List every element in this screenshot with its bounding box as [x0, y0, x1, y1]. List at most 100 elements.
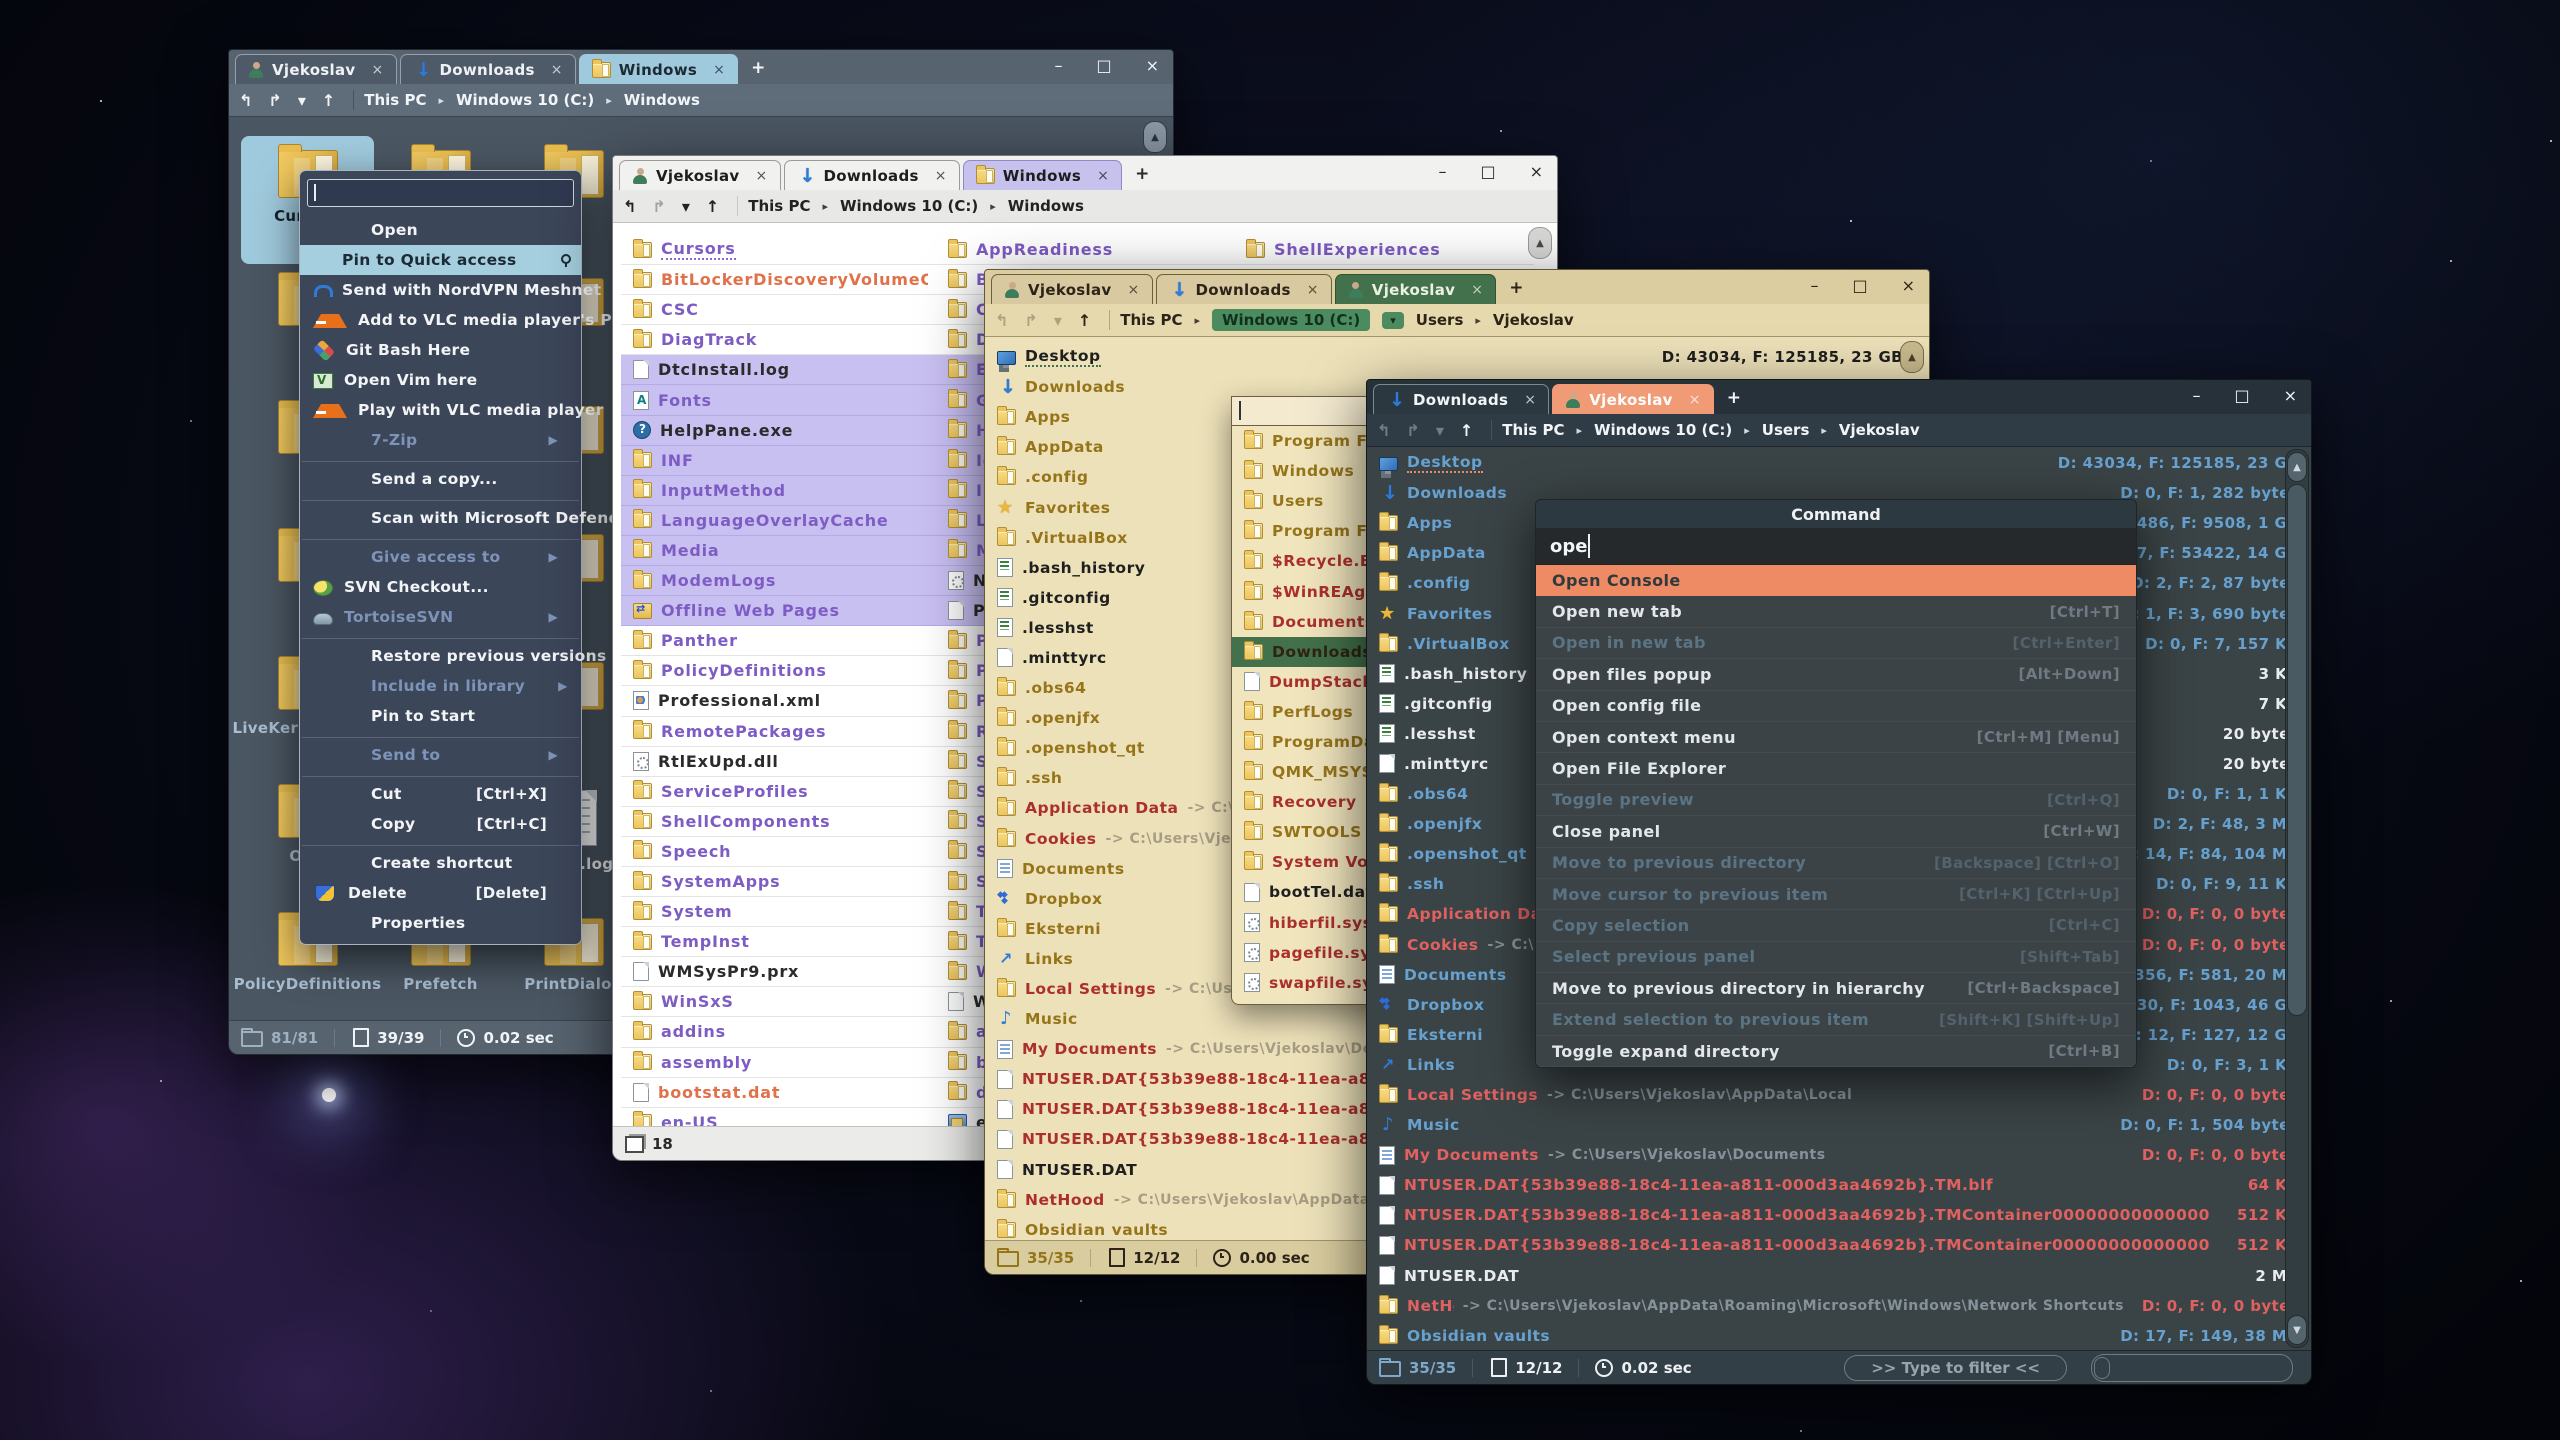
file-row[interactable]: PolicyDefinitions	[621, 656, 936, 686]
file-row[interactable]: System	[621, 897, 936, 927]
file-row[interactable]: AppReadiness	[936, 235, 1236, 265]
crumb-user[interactable]: Vjekoslav	[1839, 421, 1920, 439]
file-row[interactable]: ShellExperiences	[1234, 235, 1534, 265]
context-menu-item[interactable]: Copy [Ctrl+C]	[300, 809, 581, 839]
file-row[interactable]: HelpPane.exe	[621, 416, 936, 446]
file-row[interactable]: ModemLogs	[621, 566, 936, 596]
palette-command[interactable]: Open in new tab [Ctrl+Enter]	[1536, 628, 2136, 659]
new-tab-button[interactable]: +	[751, 58, 765, 78]
file-row[interactable]: Local Settings -> C:\Users\Vjekoslav\App…	[1367, 1080, 2307, 1110]
context-menu-item[interactable]	[302, 634, 579, 639]
close-button[interactable]: ×	[1146, 56, 1159, 75]
file-row[interactable]: Offline Web Pages	[621, 596, 936, 626]
context-menu-item[interactable]	[302, 733, 579, 738]
crumb-drive[interactable]: Windows 10 (C:)	[840, 197, 978, 215]
file-row[interactable]: DiagTrack	[621, 325, 936, 355]
context-menu-item[interactable]: Restore previous versions	[300, 641, 581, 671]
crumb-users[interactable]: Users	[1416, 311, 1464, 329]
palette-command[interactable]: Toggle preview [Ctrl+Q]	[1536, 785, 2136, 816]
back-button[interactable]: ↰	[623, 197, 636, 216]
file-row[interactable]: en-US	[621, 1108, 936, 1126]
file-row[interactable]: RtlExUpd.dll	[621, 747, 936, 777]
scroll-up-button[interactable]: ▲	[2287, 452, 2307, 482]
file-row[interactable]: Music D: 0, F: 1, 504 bytes	[1367, 1110, 2307, 1140]
tab-close-icon[interactable]: ×	[371, 62, 383, 78]
context-menu-filter-input[interactable]	[307, 179, 574, 207]
palette-command[interactable]: Move to previous directory [Backspace] […	[1536, 848, 2136, 879]
scroll-thumb[interactable]	[2287, 484, 2307, 1016]
scroll-down-button[interactable]: ▼	[2287, 1315, 2307, 1345]
file-row[interactable]: Speech	[621, 837, 936, 867]
tab-close-icon[interactable]: ×	[1471, 282, 1483, 298]
tab-close-icon[interactable]: ×	[755, 168, 767, 184]
scroll-up-button[interactable]: ▲	[1900, 341, 1924, 373]
crumb-this-pc[interactable]: This PC	[364, 91, 426, 109]
history-dropdown-button[interactable]: ▾	[1054, 311, 1062, 330]
palette-command[interactable]: Move cursor to previous item [Ctrl+K] [C…	[1536, 879, 2136, 910]
tab[interactable]: Vjekoslav ×	[235, 54, 397, 84]
crumb-users[interactable]: Users	[1762, 421, 1810, 439]
context-menu-item[interactable]: Send a copy...	[300, 464, 581, 494]
file-row[interactable]: ServiceProfiles	[621, 777, 936, 807]
file-row[interactable]: RemotePackages	[621, 717, 936, 747]
context-menu-item[interactable]: Play with VLC media player	[300, 395, 581, 425]
history-dropdown-button[interactable]: ▾	[682, 197, 690, 216]
palette-command[interactable]: Move to previous directory in hierarchy …	[1536, 973, 2136, 1004]
close-button[interactable]: ×	[2284, 386, 2297, 405]
file-row[interactable]: NTUSER.DAT{53b39e88-18c4-11ea-a811-000d3…	[1367, 1170, 2307, 1200]
forward-button[interactable]: ↱	[1406, 421, 1419, 440]
file-row[interactable]: BitLockerDiscoveryVolumeContents	[621, 265, 936, 295]
maximize-button[interactable]: □	[2234, 386, 2249, 405]
minimize-button[interactable]: –	[2192, 386, 2200, 405]
tab-close-icon[interactable]: ×	[1689, 392, 1701, 408]
context-menu-item[interactable]: Git Bash Here	[300, 335, 581, 365]
context-menu-item[interactable]: Pin to Quick access	[300, 245, 581, 275]
forward-button[interactable]: ↱	[268, 91, 281, 110]
context-menu-item[interactable]: Add to VLC media player's Playlist	[300, 305, 581, 335]
tab-close-icon[interactable]: ×	[1127, 282, 1139, 298]
up-button[interactable]: ↑	[1078, 311, 1091, 330]
crumb-user[interactable]: Vjekoslav	[1493, 311, 1574, 329]
palette-command[interactable]: Open context menu [Ctrl+M] [Menu]	[1536, 722, 2136, 753]
palette-command[interactable]: Select previous panel [Shift+Tab]	[1536, 942, 2136, 973]
minimize-button[interactable]: –	[1810, 276, 1818, 295]
file-row[interactable]: Media	[621, 536, 936, 566]
context-menu-item[interactable]: 7-Zip ▶	[300, 425, 581, 455]
tab[interactable]: Windows ×	[579, 54, 738, 84]
tab-close-icon[interactable]: ×	[1524, 392, 1536, 408]
file-row[interactable]: INF	[621, 446, 936, 476]
file-row[interactable]: LanguageOverlayCache	[621, 506, 936, 536]
context-menu-item[interactable]: Include in library ▶	[300, 671, 581, 701]
titlebar[interactable]: Downloads × Vjekoslav × + – □ ×	[1367, 380, 2311, 414]
context-menu-item[interactable]: Create shortcut	[300, 848, 581, 878]
tab[interactable]: Vjekoslav ×	[1335, 274, 1497, 304]
new-tab-button[interactable]: +	[1727, 388, 1741, 408]
crumb-drive[interactable]: Windows 10 (C:)	[1594, 421, 1732, 439]
file-row[interactable]: assembly	[621, 1048, 936, 1078]
tab-close-icon[interactable]: ×	[1097, 168, 1109, 184]
file-row[interactable]: Cursors	[621, 235, 936, 265]
back-button[interactable]: ↰	[995, 311, 1008, 330]
file-row[interactable]: Desktop D: 43034, F: 125185, 23 GB	[1367, 448, 2307, 478]
file-row[interactable]: SystemApps	[621, 867, 936, 897]
file-row[interactable]: Professional.xml	[621, 686, 936, 716]
up-button[interactable]: ↑	[322, 91, 335, 110]
titlebar[interactable]: Vjekoslav × Downloads × Windows × + – □ …	[229, 50, 1173, 84]
titlebar[interactable]: Vjekoslav × Downloads × Vjekoslav × + – …	[985, 270, 1929, 304]
minimize-button[interactable]: –	[1438, 162, 1446, 181]
file-row[interactable]: addins	[621, 1017, 936, 1047]
tab[interactable]: Vjekoslav ×	[991, 274, 1153, 304]
palette-command[interactable]: Extend selection to previous item [Shift…	[1536, 1004, 2136, 1035]
forward-button[interactable]: ↱	[1024, 311, 1037, 330]
file-row[interactable]: WinSxS	[621, 987, 936, 1017]
maximize-button[interactable]: □	[1852, 276, 1867, 295]
scroll-up-button[interactable]: ▲	[1143, 121, 1167, 153]
context-menu-item[interactable]: Scan with Microsoft Defender...	[300, 503, 581, 533]
palette-command[interactable]: Open new tab [Ctrl+T]	[1536, 596, 2136, 627]
file-row[interactable]: WMSysPr9.prx	[621, 957, 936, 987]
palette-command[interactable]: Open files popup [Alt+Down]	[1536, 659, 2136, 690]
crumb-windows[interactable]: Windows	[624, 91, 700, 109]
file-row[interactable]: Panther	[621, 626, 936, 656]
crumb-this-pc[interactable]: This PC	[1120, 311, 1182, 329]
back-button[interactable]: ↰	[1377, 421, 1390, 440]
